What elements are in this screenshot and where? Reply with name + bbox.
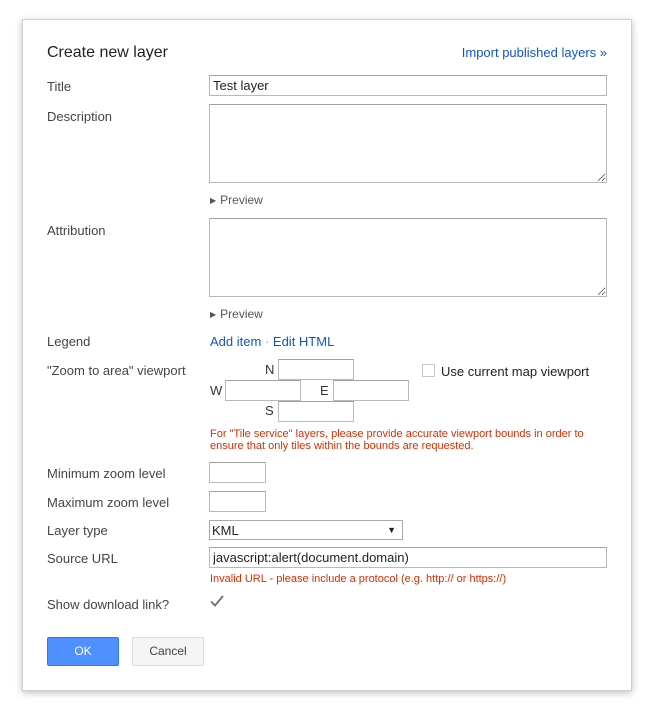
checkmark-icon bbox=[210, 595, 224, 607]
min-zoom-input[interactable] bbox=[209, 462, 266, 483]
viewport-north-input[interactable] bbox=[278, 359, 354, 380]
viewport-east-label: E bbox=[320, 383, 329, 398]
triangle-right-icon: ▶ bbox=[210, 196, 217, 205]
layer-type-select[interactable]: KML ▼ bbox=[209, 520, 403, 540]
source-url-label: Source URL bbox=[47, 551, 118, 566]
viewport-south-label: S bbox=[265, 403, 274, 418]
min-zoom-label: Minimum zoom level bbox=[47, 466, 166, 481]
title-label: Title bbox=[47, 79, 72, 94]
layer-type-dropdown[interactable]: KML bbox=[209, 520, 403, 540]
show-download-checkbox[interactable] bbox=[209, 593, 225, 609]
show-download-label: Show download link? bbox=[47, 597, 170, 612]
attribution-textarea[interactable] bbox=[209, 218, 607, 297]
viewport-label: "Zoom to area" viewport bbox=[47, 363, 186, 378]
source-url-error: Invalid URL - please include a protocol … bbox=[210, 573, 507, 585]
legend-label: Legend bbox=[47, 334, 91, 349]
attribution-label: Attribution bbox=[47, 223, 106, 238]
legend-actions: Add item · Edit HTML bbox=[210, 334, 334, 349]
tile-service-warning: For "Tile service" layers, please provid… bbox=[210, 428, 584, 452]
preview-label: Preview bbox=[220, 193, 263, 207]
dialog-title: Create new layer bbox=[47, 44, 168, 61]
preview-label: Preview bbox=[220, 307, 263, 321]
viewport-north-label: N bbox=[265, 362, 275, 377]
description-textarea[interactable] bbox=[209, 104, 607, 183]
viewport-west-input[interactable] bbox=[225, 380, 301, 401]
add-item-link[interactable]: Add item bbox=[210, 334, 261, 349]
description-preview-toggle[interactable]: ▶ Preview bbox=[210, 193, 263, 207]
cancel-button[interactable]: Cancel bbox=[132, 637, 204, 666]
title-input[interactable] bbox=[209, 75, 607, 96]
source-url-input[interactable] bbox=[209, 547, 607, 568]
viewport-west-label: W bbox=[210, 383, 223, 398]
triangle-right-icon: ▶ bbox=[210, 310, 217, 319]
viewport-south-input[interactable] bbox=[278, 401, 354, 422]
create-layer-dialog: Create new layer Import published layers… bbox=[22, 19, 632, 691]
edit-html-link[interactable]: Edit HTML bbox=[273, 334, 334, 349]
viewport-east-input[interactable] bbox=[333, 380, 409, 401]
ok-button[interactable]: OK bbox=[47, 637, 119, 666]
layer-type-label: Layer type bbox=[47, 523, 108, 538]
max-zoom-label: Maximum zoom level bbox=[47, 495, 170, 510]
use-current-viewport-checkbox[interactable] bbox=[422, 364, 435, 377]
use-current-viewport-label: Use current map viewport bbox=[441, 364, 590, 379]
max-zoom-input[interactable] bbox=[209, 491, 266, 512]
legend-separator: · bbox=[264, 334, 270, 349]
attribution-preview-toggle[interactable]: ▶ Preview bbox=[210, 307, 263, 321]
import-published-layers-link[interactable]: Import published layers » bbox=[462, 45, 607, 60]
description-label: Description bbox=[47, 109, 113, 124]
